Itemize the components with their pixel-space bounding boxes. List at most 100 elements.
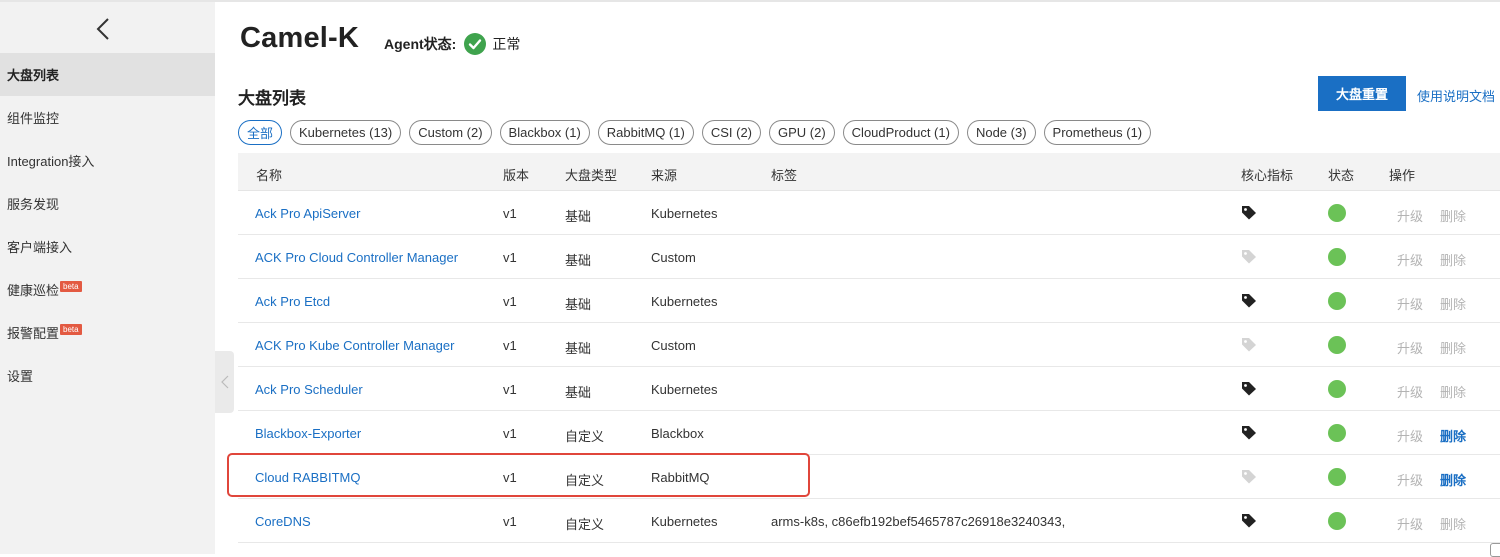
source-cell: Kubernetes: [651, 294, 718, 309]
sidebar-item-label: 设置: [7, 369, 34, 384]
upgrade-button[interactable]: 升级: [1397, 470, 1423, 489]
source-cell: Custom: [651, 250, 696, 265]
sidebar-collapse-handle[interactable]: [215, 351, 234, 413]
type-cell: 基础: [565, 297, 592, 312]
sidebar-item-label: 客户端接入: [7, 240, 73, 255]
documentation-link[interactable]: 使用说明文档: [1417, 86, 1495, 105]
status-dot: [1328, 380, 1346, 398]
status-dot: [1328, 248, 1346, 266]
filter-chip[interactable]: CloudProduct (1): [842, 120, 959, 145]
column-header-tags: 标签: [771, 168, 798, 183]
delete-button[interactable]: 删除: [1440, 470, 1466, 489]
source-cell: Kubernetes: [651, 206, 718, 221]
sidebar-item-label: 报警配置: [7, 326, 60, 341]
filter-chips: 全部 Kubernetes (13) Custom (2) Blackbox (1) R…: [238, 120, 1152, 145]
status-dot: [1328, 336, 1346, 354]
sidebar-item[interactable]: 组件监控: [0, 96, 215, 139]
agent-status-value: 正常: [492, 36, 521, 52]
column-header-status: 状态: [1328, 168, 1355, 183]
source-cell: Custom: [651, 338, 696, 353]
type-cell: 基础: [565, 341, 592, 356]
sidebar-item[interactable]: 健康巡检 beta: [0, 268, 215, 311]
tags-cell: arms-k8s, c86efb192bef5465787c26918e3240…: [771, 514, 1066, 529]
filter-chip[interactable]: 全部: [238, 120, 283, 145]
filter-chip[interactable]: Custom (2): [409, 120, 492, 145]
upgrade-button[interactable]: 升级: [1397, 514, 1423, 533]
sidebar-item-label: 服务发现: [7, 197, 60, 212]
dashboard-name-link[interactable]: ACK Pro Cloud Controller Manager: [255, 250, 458, 265]
core-metric-tag-icon[interactable]: [1241, 337, 1257, 352]
filter-chip[interactable]: Node (3): [966, 120, 1036, 145]
upgrade-button[interactable]: 升级: [1397, 206, 1423, 225]
status-dot: [1328, 204, 1346, 222]
delete-button[interactable]: 删除: [1440, 250, 1466, 269]
delete-button[interactable]: 删除: [1440, 338, 1466, 357]
upgrade-button[interactable]: 升级: [1397, 250, 1423, 269]
sidebar-item[interactable]: Integration接入: [0, 139, 215, 182]
type-cell: 自定义: [565, 429, 605, 444]
delete-button[interactable]: 删除: [1440, 426, 1466, 445]
upgrade-button[interactable]: 升级: [1397, 426, 1423, 445]
column-header-source: 来源: [651, 168, 678, 183]
core-metric-tag-icon[interactable]: [1241, 469, 1257, 484]
filter-chip[interactable]: CSI (2): [701, 120, 761, 145]
type-cell: 基础: [565, 209, 592, 224]
table-row: ACK Pro Cloud Controller Manager v1 基础 Cust…: [238, 235, 1500, 279]
column-header-actions: 操作: [1389, 168, 1416, 183]
filter-chip[interactable]: RabbitMQ (1): [597, 120, 694, 145]
upgrade-button[interactable]: 升级: [1397, 294, 1423, 313]
section-title: 大盘列表: [238, 89, 306, 108]
highlight-box: [227, 453, 810, 497]
upgrade-button[interactable]: 升级: [1397, 338, 1423, 357]
sidebar-item[interactable]: 服务发现: [0, 182, 215, 225]
status-dot: [1328, 468, 1346, 486]
sidebar-item[interactable]: 报警配置 beta: [0, 311, 215, 354]
core-metric-tag-icon[interactable]: [1241, 205, 1257, 220]
delete-button[interactable]: 删除: [1440, 382, 1466, 401]
agent-status: Agent状态: 正常: [384, 33, 520, 55]
type-cell: 基础: [565, 385, 592, 400]
type-cell: 自定义: [565, 517, 605, 532]
sidebar-item[interactable]: 大盘列表: [0, 53, 215, 96]
sidebar-item[interactable]: 设置: [0, 354, 215, 397]
sidebar-item[interactable]: 客户端接入: [0, 225, 215, 268]
dashboard-name-link[interactable]: Blackbox-Exporter: [255, 426, 361, 441]
type-cell: 基础: [565, 253, 592, 268]
core-metric-tag-icon[interactable]: [1241, 249, 1257, 264]
delete-button[interactable]: 删除: [1440, 514, 1466, 533]
dashboard-name-link[interactable]: Ack Pro Etcd: [255, 294, 330, 309]
core-metric-tag-icon[interactable]: [1241, 513, 1257, 528]
table-row: Ack Pro ApiServer v1 基础 Kubernetes 升级 删除: [238, 191, 1500, 235]
back-button[interactable]: [88, 12, 118, 46]
delete-button[interactable]: 删除: [1440, 294, 1466, 313]
chevron-left-icon: [220, 375, 228, 389]
status-dot: [1328, 512, 1346, 530]
dashboard-reset-button[interactable]: 大盘重置: [1318, 76, 1406, 111]
filter-chip[interactable]: Prometheus (1): [1043, 120, 1152, 145]
core-metric-tag-icon[interactable]: [1241, 425, 1257, 440]
core-metric-tag-icon[interactable]: [1241, 293, 1257, 308]
dashboard-name-link[interactable]: Ack Pro Scheduler: [255, 382, 363, 397]
dashboard-name-link[interactable]: Ack Pro ApiServer: [255, 206, 361, 221]
filter-chip[interactable]: Kubernetes (13): [290, 120, 402, 145]
top-border: [0, 0, 1500, 2]
version-cell: v1: [503, 294, 517, 309]
upgrade-button[interactable]: 升级: [1397, 382, 1423, 401]
chevron-left-icon: [96, 18, 109, 40]
filter-chip[interactable]: Blackbox (1): [499, 120, 590, 145]
dashboard-name-link[interactable]: ACK Pro Kube Controller Manager: [255, 338, 454, 353]
beta-badge: beta: [60, 281, 82, 292]
column-header-version: 版本: [503, 168, 530, 183]
version-cell: v1: [503, 338, 517, 353]
sidebar-item-label: Integration接入: [7, 154, 95, 169]
sidebar: 大盘列表 组件监控 Integration接入 服务发现 客户端接入 健康巡检 beta 报警…: [0, 2, 215, 554]
status-dot: [1328, 292, 1346, 310]
delete-button[interactable]: 删除: [1440, 206, 1466, 225]
core-metric-tag-icon[interactable]: [1241, 381, 1257, 396]
dashboard-name-link[interactable]: CoreDNS: [255, 514, 311, 529]
check-circle-icon: [464, 33, 487, 55]
table-row: Ack Pro Etcd v1 基础 Kubernetes 升级 删除: [238, 279, 1500, 323]
agent-status-label: Agent状态:: [384, 36, 457, 52]
corner-widget[interactable]: [1490, 543, 1500, 557]
filter-chip[interactable]: GPU (2): [769, 120, 835, 145]
